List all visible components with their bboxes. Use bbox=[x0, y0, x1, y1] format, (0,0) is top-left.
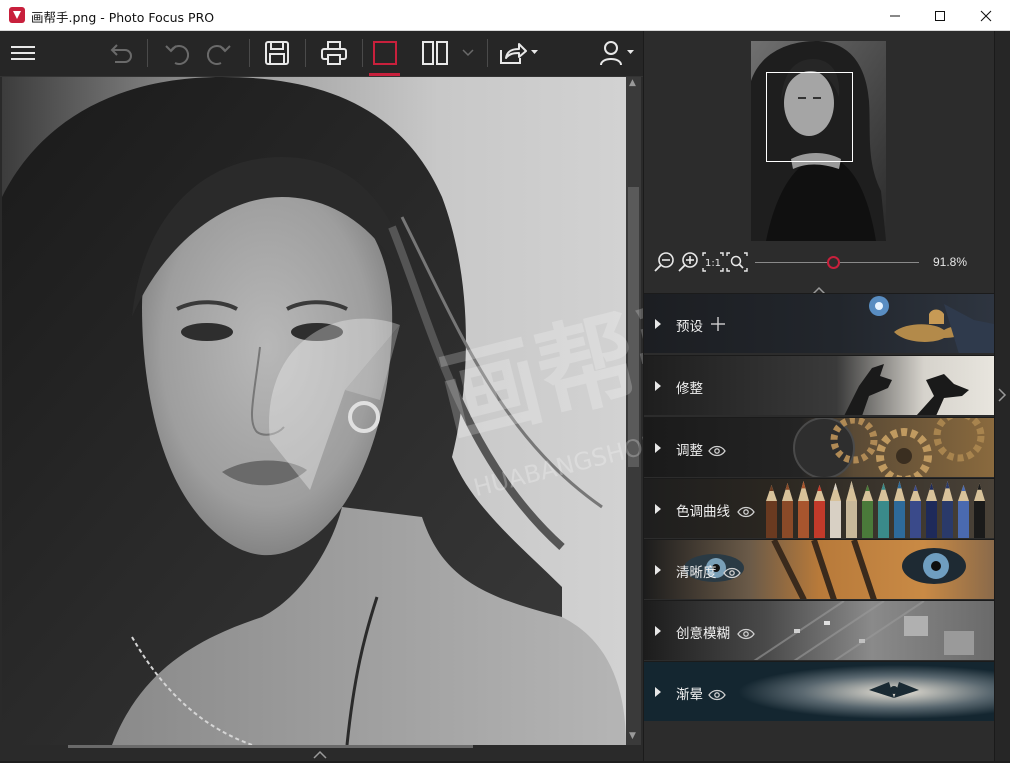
section-label: 渐晕 bbox=[676, 687, 703, 703]
image-canvas[interactable]: ▲ ▼ bbox=[0, 76, 643, 761]
eye-icon[interactable] bbox=[723, 564, 741, 583]
toolbar bbox=[0, 31, 643, 76]
section-creative-blur[interactable]: 创意模糊 bbox=[644, 600, 994, 660]
app-window: 画帮手.png - Photo Focus PRO ▲ ▼ 画帮手 HUABAN… bbox=[0, 0, 1010, 761]
scroll-up-icon[interactable]: ▲ bbox=[629, 78, 636, 88]
redo-icon[interactable] bbox=[204, 36, 236, 70]
adjustment-panel: 1:1 91.8% 预设 修整 调整 色调曲线 清晰度 创意模糊 渐晕 bbox=[643, 31, 994, 761]
fit-screen-icon[interactable] bbox=[725, 251, 749, 273]
viewport-frame[interactable] bbox=[766, 72, 853, 162]
chevron-right-icon[interactable] bbox=[998, 387, 1007, 406]
actual-size-icon[interactable]: 1:1 bbox=[701, 251, 725, 273]
section-vignette[interactable]: 渐晕 bbox=[644, 661, 994, 721]
print-icon[interactable] bbox=[317, 36, 351, 70]
expand-arrow-icon[interactable] bbox=[655, 443, 661, 453]
eye-icon[interactable] bbox=[737, 625, 755, 644]
save-icon[interactable] bbox=[260, 36, 294, 70]
plus-icon[interactable] bbox=[710, 316, 726, 336]
panel-collapse-strip[interactable] bbox=[994, 31, 1010, 761]
navigator-preview[interactable] bbox=[751, 41, 886, 241]
scroll-down-icon[interactable]: ▼ bbox=[629, 731, 636, 741]
undo-icon[interactable] bbox=[160, 36, 192, 70]
section-label: 调整 bbox=[676, 443, 703, 459]
chevron-up-icon[interactable] bbox=[313, 744, 327, 763]
single-view-icon[interactable] bbox=[372, 36, 398, 70]
toolbar-divider bbox=[249, 39, 250, 67]
chevron-down-icon[interactable] bbox=[461, 36, 475, 70]
fit-label: 1:1 bbox=[705, 258, 721, 269]
expand-arrow-icon[interactable] bbox=[655, 626, 661, 636]
section-presets[interactable]: 预设 bbox=[644, 293, 994, 353]
section-tone-curve[interactable]: 色调曲线 bbox=[644, 478, 994, 538]
account-icon[interactable] bbox=[598, 36, 638, 70]
minimize-button[interactable] bbox=[872, 0, 918, 31]
revert-icon[interactable] bbox=[104, 36, 136, 70]
zoom-controls: 1:1 91.8% bbox=[644, 251, 995, 275]
section-label: 修整 bbox=[676, 381, 703, 397]
section-label: 创意模糊 bbox=[676, 626, 730, 642]
scrollbar-thumb[interactable] bbox=[628, 187, 639, 467]
zoom-out-icon[interactable] bbox=[653, 251, 675, 273]
expand-arrow-icon[interactable] bbox=[655, 504, 661, 514]
section-adjust[interactable]: 调整 bbox=[644, 417, 994, 477]
share-icon[interactable] bbox=[498, 36, 540, 70]
toolbar-divider bbox=[305, 39, 306, 67]
toolbar-divider bbox=[362, 39, 363, 67]
menu-icon[interactable] bbox=[9, 36, 37, 70]
vertical-scrollbar[interactable]: ▲ ▼ bbox=[626, 77, 641, 745]
main-photo[interactable] bbox=[2, 77, 626, 745]
toolbar-divider bbox=[487, 39, 488, 67]
app-logo-icon bbox=[9, 7, 25, 23]
eye-icon[interactable] bbox=[708, 442, 726, 461]
eye-icon[interactable] bbox=[737, 503, 755, 522]
section-retouch[interactable]: 修整 bbox=[644, 355, 994, 415]
section-label: 清晰度 bbox=[676, 565, 717, 581]
zoom-in-icon[interactable] bbox=[677, 251, 699, 273]
split-view-icon[interactable] bbox=[421, 36, 449, 70]
section-label: 色调曲线 bbox=[676, 504, 730, 520]
expand-arrow-icon[interactable] bbox=[655, 319, 661, 329]
zoom-percentage: 91.8% bbox=[933, 255, 968, 269]
maximize-button[interactable] bbox=[917, 0, 963, 31]
scrollbar-thumb[interactable] bbox=[68, 745, 473, 748]
expand-arrow-icon[interactable] bbox=[655, 565, 661, 575]
title-bar: 画帮手.png - Photo Focus PRO bbox=[0, 0, 1010, 31]
expand-arrow-icon[interactable] bbox=[655, 381, 661, 391]
close-button[interactable] bbox=[963, 0, 1009, 31]
zoom-slider-handle[interactable] bbox=[827, 256, 840, 269]
section-clarity[interactable]: 清晰度 bbox=[644, 539, 994, 599]
toolbar-divider bbox=[147, 39, 148, 67]
section-label: 预设 bbox=[676, 319, 703, 335]
window-title: 画帮手.png - Photo Focus PRO bbox=[31, 10, 215, 25]
expand-arrow-icon[interactable] bbox=[655, 687, 661, 697]
eye-icon[interactable] bbox=[708, 686, 726, 705]
